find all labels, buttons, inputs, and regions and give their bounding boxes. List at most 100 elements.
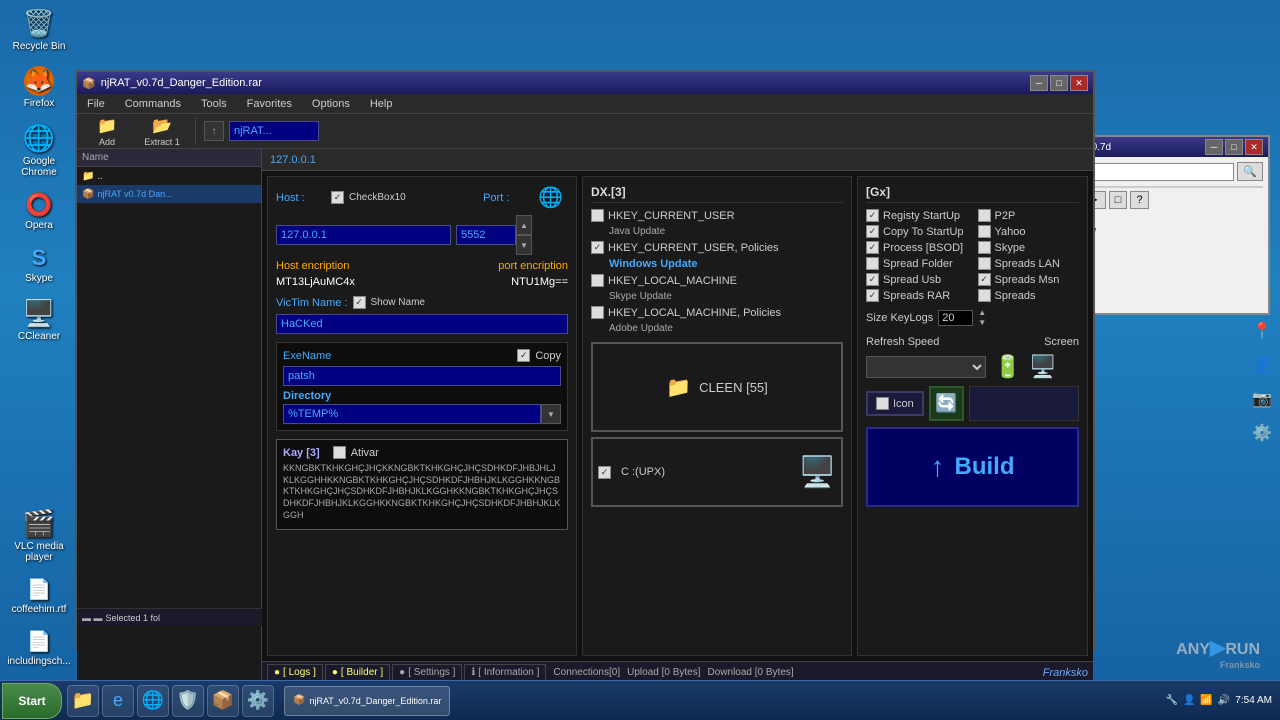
- desktop-icon-skype[interactable]: S Skype: [5, 242, 73, 287]
- gx-spreads-lan: Spreads LAN: [978, 257, 1080, 270]
- checkbox-host[interactable]: [331, 191, 344, 204]
- exe-input[interactable]: [283, 366, 561, 386]
- gx-label-registry: Registy StartUp: [883, 210, 960, 222]
- desktop-icon-opera[interactable]: ⭕ Opera: [5, 189, 73, 234]
- dx-cb-1[interactable]: [591, 209, 604, 222]
- menu-favorites[interactable]: Favorites: [242, 96, 297, 112]
- refresh-button[interactable]: 🔄: [929, 386, 964, 421]
- ativar-checkbox[interactable]: [333, 446, 346, 459]
- edition-close[interactable]: ✕: [1245, 139, 1263, 155]
- ip-bar: 127.0.0.1: [262, 149, 1093, 171]
- gx-label-spreads: Spreads: [995, 290, 1036, 302]
- port-down-button[interactable]: ▼: [516, 235, 532, 255]
- directory-browse-button[interactable]: ▼: [541, 404, 561, 424]
- rt-icon-4[interactable]: 📷: [1249, 386, 1275, 412]
- maximize-button[interactable]: □: [1050, 75, 1068, 91]
- gx-cb-spread-usb[interactable]: [866, 273, 879, 286]
- desktop-icon-coffeehim[interactable]: 📄 coffeehim.rtf: [5, 574, 73, 618]
- dx-item-hkey-current-user: HKEY_CURRENT_USER: [591, 209, 843, 222]
- icon-checkbox[interactable]: [876, 397, 889, 410]
- refresh-select[interactable]: [866, 356, 986, 378]
- gx-spreads-msn: Spreads Msn: [978, 273, 1080, 286]
- gx-label-spread-usb: Spread Usb: [883, 274, 941, 286]
- njrat-body: Name 📁 .. 📦 njRAT v0.7d Dan... 127.0.0.1: [77, 149, 1093, 683]
- icon-preview-area: [969, 386, 1079, 421]
- gx-cb-registry[interactable]: [866, 209, 879, 222]
- keylogs-down-arrow: ▼: [978, 318, 986, 328]
- keylogs-up-arrow: ▲: [978, 308, 986, 318]
- information-button[interactable]: ℹ [ Information ]: [464, 664, 546, 682]
- dx-cb-3[interactable]: [591, 274, 604, 287]
- gx-cb-process[interactable]: [866, 241, 879, 254]
- logs-button[interactable]: ● [ Logs ]: [267, 664, 323, 682]
- build-label: Build: [955, 453, 1015, 481]
- show-name-checkbox[interactable]: [353, 296, 366, 309]
- host-input[interactable]: [276, 225, 451, 245]
- victim-input[interactable]: [276, 314, 568, 334]
- desktop-icon-firefox[interactable]: 🦊 Firefox: [5, 63, 73, 112]
- menu-help[interactable]: Help: [365, 96, 398, 112]
- taskbar-winrar-icon[interactable]: 📦: [207, 685, 239, 717]
- dx-cb-2[interactable]: [591, 241, 604, 254]
- settings-button[interactable]: ● [ Settings ]: [392, 664, 462, 682]
- gx-cb-copy[interactable]: [866, 225, 879, 238]
- size-keylogs-label: Size KeyLogs: [866, 312, 933, 324]
- gx-cb-spreads-lan[interactable]: [978, 257, 991, 270]
- gx-cb-skype[interactable]: [978, 241, 991, 254]
- keylogs-updown[interactable]: ▲ ▼: [978, 308, 986, 328]
- taskbar-antivirus-icon[interactable]: 🛡️: [172, 685, 204, 717]
- edition-btn-3[interactable]: □: [1109, 191, 1128, 209]
- java-update-label: Java Update: [591, 226, 843, 237]
- gx-cb-spreads[interactable]: [978, 289, 991, 302]
- taskbar-app5-icon[interactable]: ⚙️: [242, 685, 274, 717]
- gx-cb-spreads-msn[interactable]: [978, 273, 991, 286]
- size-keylogs-input[interactable]: [938, 310, 973, 326]
- build-button[interactable]: ↑ Build: [866, 427, 1079, 507]
- taskbar-ie-icon[interactable]: e: [102, 685, 134, 717]
- gx-cb-p2p[interactable]: [978, 209, 991, 222]
- taskbar-njrat-item[interactable]: 📦 njRAT_v0.7d_Danger_Edition.rar: [284, 686, 450, 716]
- edition-maximize[interactable]: □: [1225, 139, 1243, 155]
- file-row-njrat[interactable]: 📦 njRAT v0.7d Dan...: [77, 185, 261, 203]
- file-row-parent[interactable]: 📁 ..: [77, 167, 261, 185]
- builder-button[interactable]: ● [ Builder ]: [325, 664, 390, 682]
- desktop-icon-includingsch[interactable]: 📄 includingsch...: [5, 626, 73, 670]
- close-button[interactable]: ✕: [1070, 75, 1088, 91]
- menu-options[interactable]: Options: [307, 96, 355, 112]
- icon-button[interactable]: Icon: [866, 391, 924, 416]
- menu-file[interactable]: File: [82, 96, 110, 112]
- settings-dot-icon: ●: [399, 667, 405, 678]
- gx-cb-yahoo[interactable]: [978, 225, 991, 238]
- port-up-button[interactable]: ▲: [516, 215, 532, 235]
- kay-header: Kay [3] Ativar: [283, 446, 561, 459]
- copy-checkbox[interactable]: [517, 349, 530, 362]
- menu-tools[interactable]: Tools: [196, 96, 232, 112]
- taskbar-explorer-icon[interactable]: 📁: [67, 685, 99, 717]
- extract-button[interactable]: 📂 Extract 1: [137, 114, 187, 149]
- path-input[interactable]: njRAT...: [229, 121, 319, 141]
- gx-cb-spreads-rar[interactable]: [866, 289, 879, 302]
- edition-btn-4[interactable]: ?: [1130, 191, 1148, 209]
- desktop-icon-recycle-bin[interactable]: 🗑️ Recycle Bin: [5, 5, 73, 55]
- gx-cb-spread-folder[interactable]: [866, 257, 879, 270]
- directory-input[interactable]: [283, 404, 541, 424]
- minimize-button[interactable]: ─: [1030, 75, 1048, 91]
- edition-search-button[interactable]: 🔍: [1237, 162, 1263, 181]
- add-button[interactable]: 📁 Add: [82, 114, 132, 149]
- anyrun-watermark: ANY▶RUN Franksko: [1176, 634, 1260, 670]
- dx-cb-4[interactable]: [591, 306, 604, 319]
- rt-icon-5[interactable]: ⚙️: [1249, 420, 1275, 446]
- nav-up-button[interactable]: ↑: [204, 121, 224, 141]
- upx-checkbox[interactable]: [598, 466, 611, 479]
- menu-commands[interactable]: Commands: [120, 96, 186, 112]
- rt-icon-3[interactable]: 👤: [1249, 352, 1275, 378]
- desktop-icon-vlc[interactable]: 🎬 VLC media player: [5, 505, 73, 566]
- gx-grid: Registy StartUp P2P Copy To StartUp: [866, 209, 1079, 302]
- desktop-icon-ccleaner[interactable]: 🖥️ CCleaner: [5, 295, 73, 345]
- start-button[interactable]: Start: [2, 683, 62, 719]
- edition-minimize[interactable]: ─: [1205, 139, 1223, 155]
- port-input[interactable]: [456, 225, 516, 245]
- taskbar-chrome-icon[interactable]: 🌐: [137, 685, 169, 717]
- rt-icon-2[interactable]: 📍: [1249, 318, 1275, 344]
- desktop-icon-chrome[interactable]: 🌐 Google Chrome: [5, 120, 73, 181]
